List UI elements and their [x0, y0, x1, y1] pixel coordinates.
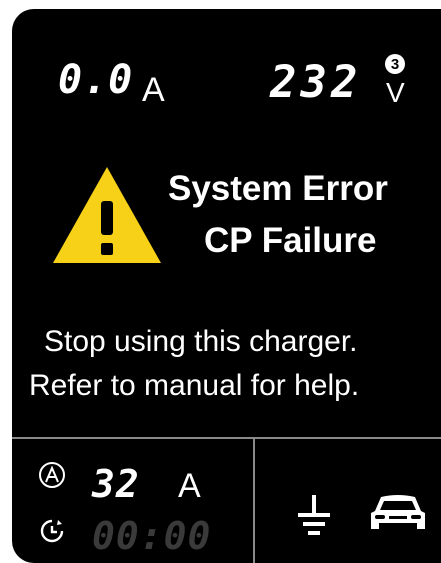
warning-triangle-icon [53, 167, 161, 263]
divider-vertical [253, 439, 255, 563]
current-unit: A [142, 71, 165, 109]
error-title: System Error [168, 169, 388, 208]
error-subtitle: CP Failure [204, 221, 377, 260]
current-reading: 0.0 [58, 57, 134, 103]
set-current-value: 32 [92, 462, 140, 506]
ground-icon [298, 495, 330, 535]
clock-icon [40, 519, 64, 543]
phase-count-badge: 3 [385, 54, 405, 74]
car-icon [371, 495, 425, 529]
voltage-reading: 232 [270, 57, 362, 108]
charge-timer: 00:00 [92, 514, 212, 558]
error-message-line1: Stop using this charger. [44, 325, 358, 358]
divider-horizontal [12, 437, 441, 439]
voltage-unit: V [386, 77, 405, 108]
charger-display: 0.0 A 232 3 V System Error CP Failure St… [12, 9, 441, 563]
ampere-icon [39, 462, 65, 488]
error-message-line2: Refer to manual for help. [29, 369, 360, 402]
set-current-unit: A [178, 467, 201, 505]
